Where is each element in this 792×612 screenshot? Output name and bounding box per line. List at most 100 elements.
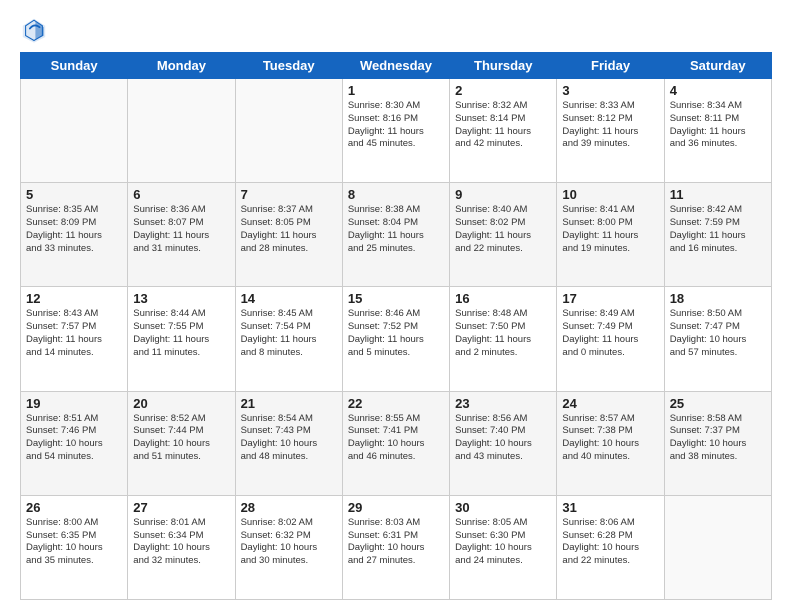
- day-number: 10: [562, 187, 658, 202]
- day-cell: 3 Sunrise: 8:33 AM Sunset: 8:12 PM Daylig…: [557, 79, 664, 183]
- day-cell: 20Sunrise: 8:52 AM Sunset: 7:44 PM Dayli…: [128, 391, 235, 495]
- day-info: Sunrise: 8:32 AM Sunset: 8:14 PM Dayligh…: [455, 100, 551, 151]
- weekday-header-saturday: Saturday: [664, 53, 771, 79]
- day-number: 17: [562, 291, 658, 306]
- day-number: 4: [670, 83, 766, 98]
- day-number: 9: [455, 187, 551, 202]
- day-cell: 30Sunrise: 8:05 AM Sunset: 6:30 PM Dayli…: [450, 495, 557, 599]
- day-number: 19: [26, 396, 122, 411]
- day-info: Sunrise: 8:51 AM Sunset: 7:46 PM Dayligh…: [26, 413, 122, 464]
- day-number: 13: [133, 291, 229, 306]
- day-cell: [21, 79, 128, 183]
- day-info: Sunrise: 8:38 AM Sunset: 8:04 PM Dayligh…: [348, 204, 444, 255]
- day-cell: 24 Sunrise: 8:57 AM Sunset: 7:38 PM Dayli…: [557, 391, 664, 495]
- weekday-header-tuesday: Tuesday: [235, 53, 342, 79]
- weekday-header-thursday: Thursday: [450, 53, 557, 79]
- week-row-2: 5Sunrise: 8:35 AM Sunset: 8:09 PM Daylig…: [21, 183, 772, 287]
- day-number: 27: [133, 500, 229, 515]
- day-number: 22: [348, 396, 444, 411]
- day-number: 23: [455, 396, 551, 411]
- day-cell: 26 Sunrise: 8:00 AM Sunset: 6:35 PM Dayli…: [21, 495, 128, 599]
- day-cell: 13 Sunrise: 8:44 AM Sunset: 7:55 PM Dayli…: [128, 287, 235, 391]
- day-info: Sunrise: 8:33 AM Sunset: 8:12 PM Dayligh…: [562, 100, 658, 151]
- weekday-header-wednesday: Wednesday: [342, 53, 449, 79]
- day-cell: 11 Sunrise: 8:42 AM Sunset: 7:59 PM Dayli…: [664, 183, 771, 287]
- day-number: 21: [241, 396, 337, 411]
- day-number: 14: [241, 291, 337, 306]
- week-row-5: 26 Sunrise: 8:00 AM Sunset: 6:35 PM Dayli…: [21, 495, 772, 599]
- day-cell: 4 Sunrise: 8:34 AM Sunset: 8:11 PM Daylig…: [664, 79, 771, 183]
- day-number: 16: [455, 291, 551, 306]
- day-cell: 31 Sunrise: 8:06 AM Sunset: 6:28 PM Dayli…: [557, 495, 664, 599]
- day-number: 15: [348, 291, 444, 306]
- day-info: Sunrise: 8:41 AM Sunset: 8:00 PM Dayligh…: [562, 204, 658, 255]
- day-info: Sunrise: 8:49 AM Sunset: 7:49 PM Dayligh…: [562, 308, 658, 359]
- day-number: 11: [670, 187, 766, 202]
- day-cell: 27 Sunrise: 8:01 AM Sunset: 6:34 PM Dayli…: [128, 495, 235, 599]
- day-cell: 22 Sunrise: 8:55 AM Sunset: 7:41 PM Dayli…: [342, 391, 449, 495]
- day-info: Sunrise: 8:45 AM Sunset: 7:54 PM Dayligh…: [241, 308, 337, 359]
- day-number: 3: [562, 83, 658, 98]
- day-number: 2: [455, 83, 551, 98]
- day-info: Sunrise: 8:50 AM Sunset: 7:47 PM Dayligh…: [670, 308, 766, 359]
- day-number: 20: [133, 396, 229, 411]
- logo-icon: [20, 16, 48, 44]
- day-info: Sunrise: 8:00 AM Sunset: 6:35 PM Dayligh…: [26, 517, 122, 568]
- day-number: 24: [562, 396, 658, 411]
- logo: [20, 16, 52, 44]
- day-cell: 5Sunrise: 8:35 AM Sunset: 8:09 PM Daylig…: [21, 183, 128, 287]
- day-info: Sunrise: 8:35 AM Sunset: 8:09 PM Dayligh…: [26, 204, 122, 255]
- day-cell: 8 Sunrise: 8:38 AM Sunset: 8:04 PM Daylig…: [342, 183, 449, 287]
- day-cell: 21 Sunrise: 8:54 AM Sunset: 7:43 PM Dayli…: [235, 391, 342, 495]
- day-info: Sunrise: 8:03 AM Sunset: 6:31 PM Dayligh…: [348, 517, 444, 568]
- day-info: Sunrise: 8:34 AM Sunset: 8:11 PM Dayligh…: [670, 100, 766, 151]
- day-number: 8: [348, 187, 444, 202]
- day-number: 1: [348, 83, 444, 98]
- day-cell: 19 Sunrise: 8:51 AM Sunset: 7:46 PM Dayli…: [21, 391, 128, 495]
- day-info: Sunrise: 8:36 AM Sunset: 8:07 PM Dayligh…: [133, 204, 229, 255]
- day-number: 29: [348, 500, 444, 515]
- weekday-header-sunday: Sunday: [21, 53, 128, 79]
- day-cell: 2 Sunrise: 8:32 AM Sunset: 8:14 PM Daylig…: [450, 79, 557, 183]
- page: SundayMondayTuesdayWednesdayThursdayFrid…: [0, 0, 792, 612]
- day-info: Sunrise: 8:55 AM Sunset: 7:41 PM Dayligh…: [348, 413, 444, 464]
- day-info: Sunrise: 8:30 AM Sunset: 8:16 PM Dayligh…: [348, 100, 444, 151]
- day-info: Sunrise: 8:46 AM Sunset: 7:52 PM Dayligh…: [348, 308, 444, 359]
- day-cell: 28 Sunrise: 8:02 AM Sunset: 6:32 PM Dayli…: [235, 495, 342, 599]
- day-number: 31: [562, 500, 658, 515]
- day-info: Sunrise: 8:42 AM Sunset: 7:59 PM Dayligh…: [670, 204, 766, 255]
- day-info: Sunrise: 8:40 AM Sunset: 8:02 PM Dayligh…: [455, 204, 551, 255]
- day-cell: 25Sunrise: 8:58 AM Sunset: 7:37 PM Dayli…: [664, 391, 771, 495]
- day-number: 26: [26, 500, 122, 515]
- day-cell: [235, 79, 342, 183]
- day-cell: 18 Sunrise: 8:50 AM Sunset: 7:47 PM Dayli…: [664, 287, 771, 391]
- day-info: Sunrise: 8:02 AM Sunset: 6:32 PM Dayligh…: [241, 517, 337, 568]
- calendar-table: SundayMondayTuesdayWednesdayThursdayFrid…: [20, 52, 772, 600]
- day-info: Sunrise: 8:44 AM Sunset: 7:55 PM Dayligh…: [133, 308, 229, 359]
- week-row-4: 19 Sunrise: 8:51 AM Sunset: 7:46 PM Dayli…: [21, 391, 772, 495]
- day-number: 28: [241, 500, 337, 515]
- weekday-header-friday: Friday: [557, 53, 664, 79]
- day-info: Sunrise: 8:57 AM Sunset: 7:38 PM Dayligh…: [562, 413, 658, 464]
- day-cell: 14 Sunrise: 8:45 AM Sunset: 7:54 PM Dayli…: [235, 287, 342, 391]
- day-cell: 9 Sunrise: 8:40 AM Sunset: 8:02 PM Daylig…: [450, 183, 557, 287]
- day-cell: 10 Sunrise: 8:41 AM Sunset: 8:00 PM Dayli…: [557, 183, 664, 287]
- day-cell: 29 Sunrise: 8:03 AM Sunset: 6:31 PM Dayli…: [342, 495, 449, 599]
- day-number: 18: [670, 291, 766, 306]
- day-cell: 12Sunrise: 8:43 AM Sunset: 7:57 PM Dayli…: [21, 287, 128, 391]
- header: [20, 16, 772, 44]
- weekday-header-monday: Monday: [128, 53, 235, 79]
- day-info: Sunrise: 8:06 AM Sunset: 6:28 PM Dayligh…: [562, 517, 658, 568]
- day-info: Sunrise: 8:56 AM Sunset: 7:40 PM Dayligh…: [455, 413, 551, 464]
- day-cell: 17 Sunrise: 8:49 AM Sunset: 7:49 PM Dayli…: [557, 287, 664, 391]
- day-cell: 1 Sunrise: 8:30 AM Sunset: 8:16 PM Daylig…: [342, 79, 449, 183]
- day-info: Sunrise: 8:01 AM Sunset: 6:34 PM Dayligh…: [133, 517, 229, 568]
- week-row-1: 1 Sunrise: 8:30 AM Sunset: 8:16 PM Daylig…: [21, 79, 772, 183]
- weekday-header-row: SundayMondayTuesdayWednesdayThursdayFrid…: [21, 53, 772, 79]
- day-info: Sunrise: 8:58 AM Sunset: 7:37 PM Dayligh…: [670, 413, 766, 464]
- day-cell: [128, 79, 235, 183]
- day-info: Sunrise: 8:54 AM Sunset: 7:43 PM Dayligh…: [241, 413, 337, 464]
- day-cell: 7Sunrise: 8:37 AM Sunset: 8:05 PM Daylig…: [235, 183, 342, 287]
- day-info: Sunrise: 8:37 AM Sunset: 8:05 PM Dayligh…: [241, 204, 337, 255]
- day-number: 30: [455, 500, 551, 515]
